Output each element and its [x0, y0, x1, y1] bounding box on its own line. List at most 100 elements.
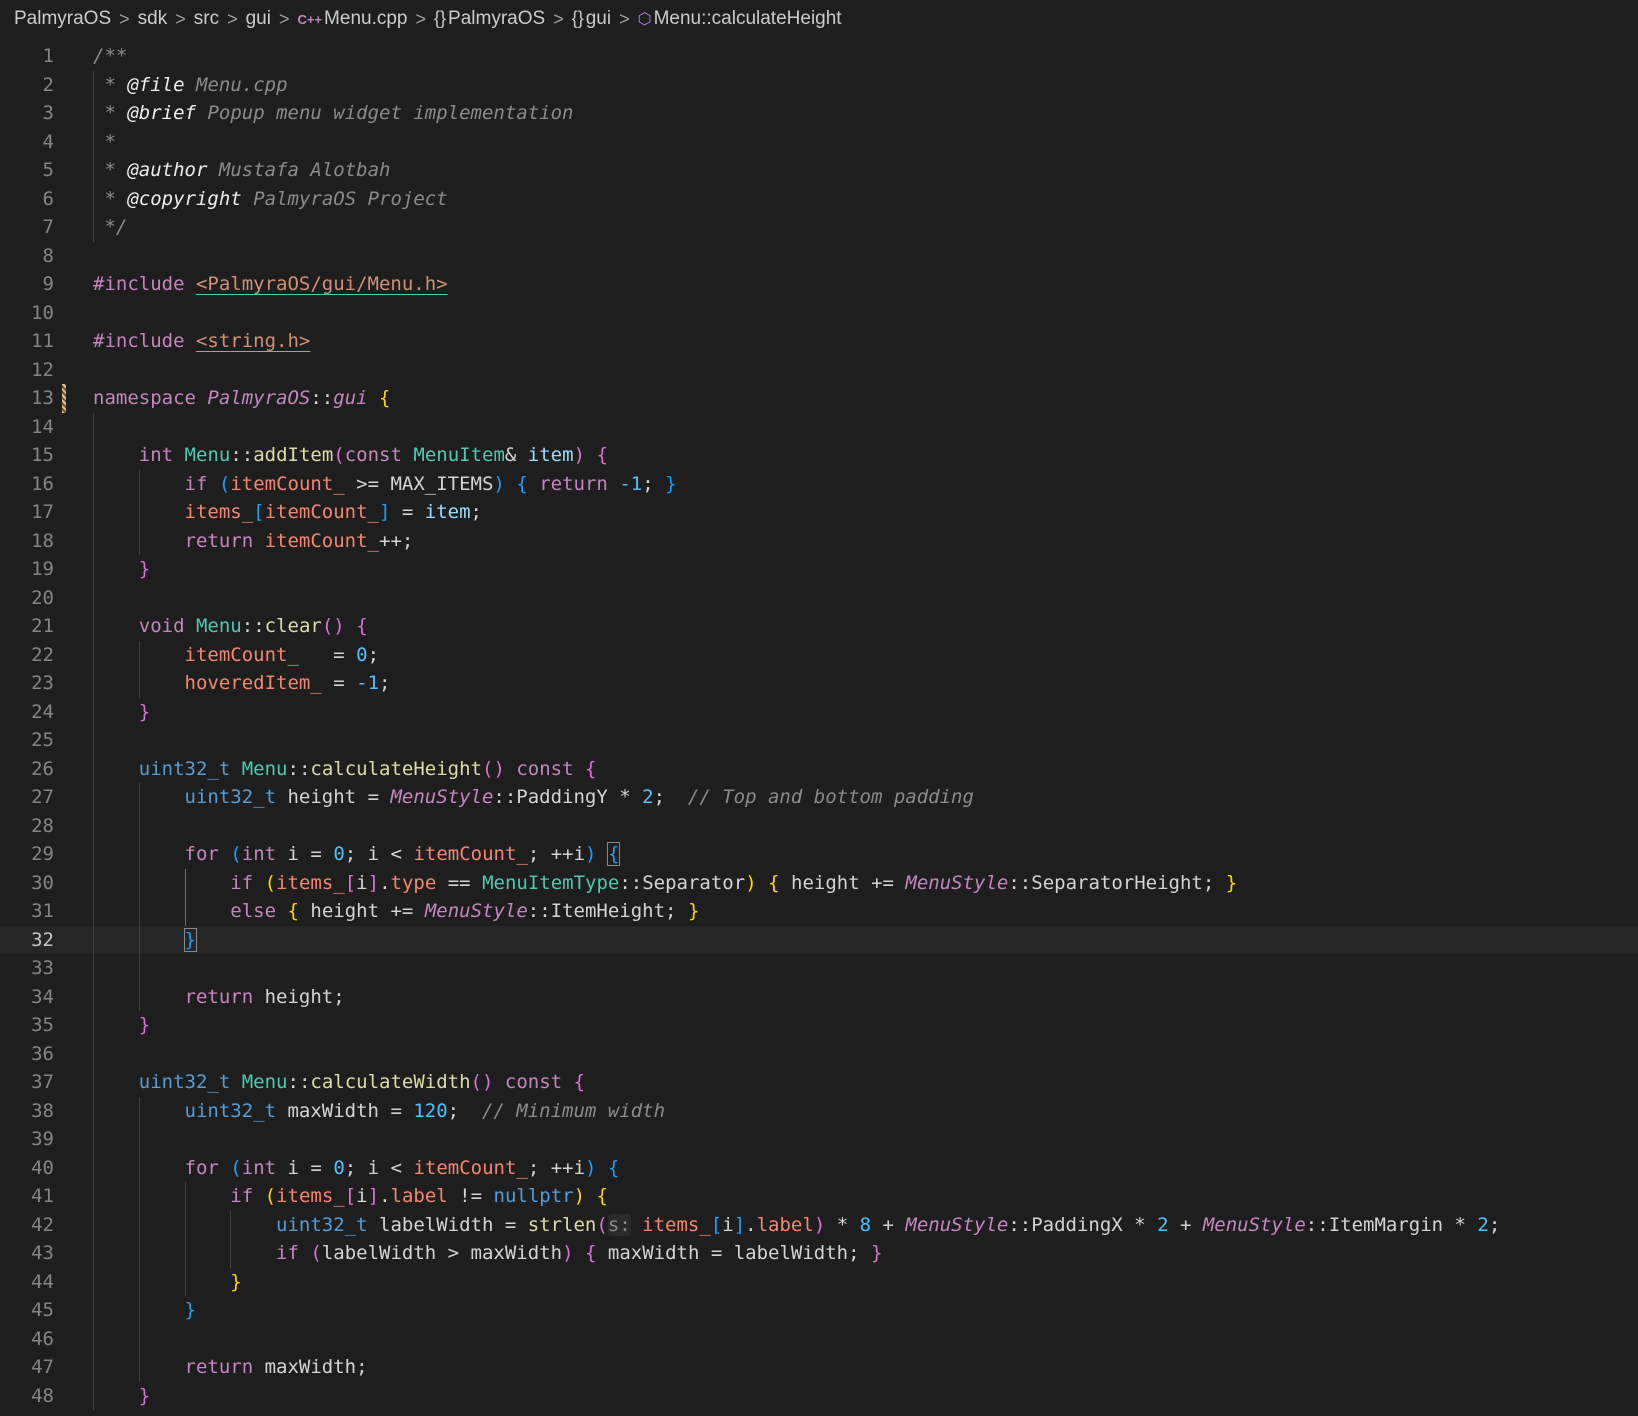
code-line[interactable]: 47 return maxWidth;	[0, 1353, 1638, 1382]
code-line[interactable]: 32 }	[0, 925, 1638, 955]
breadcrumb-item[interactable]: {} PalmyraOS	[434, 8, 545, 30]
code-text[interactable]: if (items_[i].type == MenuItemType::Sepa…	[93, 869, 1237, 898]
code-text[interactable]: * @file Menu.cpp	[93, 71, 287, 100]
code-text[interactable]: void Menu::clear() {	[93, 612, 368, 641]
code-text[interactable]: uint32_t maxWidth = 120; // Minimum widt…	[93, 1097, 666, 1126]
code-line[interactable]: 42 uint32_t labelWidth = strlen(s: items…	[0, 1210, 1638, 1240]
code-line[interactable]: 33	[0, 954, 1638, 983]
code-text[interactable]: int Menu::addItem(const MenuItem& item) …	[93, 441, 608, 470]
code-text[interactable]: }	[93, 1382, 150, 1411]
code-text[interactable]: if (itemCount_ >= MAX_ITEMS) { return -1…	[93, 470, 677, 499]
code-line[interactable]: 8	[0, 242, 1638, 271]
code-text[interactable]: for (int i = 0; i < itemCount_; ++i) {	[93, 840, 621, 869]
code-line[interactable]: 26 uint32_t Menu::calculateHeight() cons…	[0, 754, 1638, 784]
code-editor[interactable]: 1/** 2 * @file Menu.cpp 3 * @brief Popup m…	[0, 42, 1638, 1416]
code-text[interactable]: }	[93, 1296, 196, 1325]
code-text[interactable]: #include <PalmyraOS/gui/Menu.h>	[93, 270, 448, 299]
code-line[interactable]: 31 else { height += MenuStyle::ItemHeigh…	[0, 897, 1638, 926]
code-text[interactable]: uint32_t Menu::calculateHeight() const {	[93, 755, 597, 784]
code-line[interactable]: 19 }	[0, 555, 1638, 584]
code-line[interactable]: 24 }	[0, 697, 1638, 727]
code-text[interactable]: for (int i = 0; i < itemCount_; ++i) {	[93, 1154, 620, 1183]
code-line[interactable]: 45 }	[0, 1296, 1638, 1325]
code-line[interactable]: 13 namespace PalmyraOS::gui {	[0, 384, 1638, 413]
code-text[interactable]: /**	[93, 42, 127, 71]
code-line[interactable]: 21 void Menu::clear() {	[0, 612, 1638, 641]
code-line[interactable]: 23 hoveredItem_ = -1;	[0, 669, 1638, 698]
code-line[interactable]: 27 uint32_t height = MenuStyle::PaddingY…	[0, 783, 1638, 812]
indent-guide	[138, 1324, 140, 1353]
code-text[interactable]: itemCount_ = 0;	[93, 641, 380, 670]
code-line[interactable]: 11 #include <string.h>	[0, 327, 1638, 356]
breadcrumb-item[interactable]: {} gui	[572, 8, 611, 30]
code-line[interactable]: 48 }	[0, 1381, 1638, 1411]
code-text[interactable]: }	[93, 555, 150, 584]
code-text[interactable]: * @brief Popup menu widget implementatio…	[93, 99, 573, 128]
code-line[interactable]: 39	[0, 1125, 1638, 1154]
code-line[interactable]: 38 uint32_t maxWidth = 120; // Minimum w…	[0, 1096, 1638, 1126]
code-text[interactable]: }	[93, 1268, 241, 1297]
code-text[interactable]: namespace PalmyraOS::gui {	[93, 384, 390, 413]
breadcrumb-item[interactable]: PalmyraOS	[14, 8, 111, 30]
code-text[interactable]: uint32_t labelWidth = strlen(s: items_[i…	[93, 1211, 1500, 1240]
code-line[interactable]: 20	[0, 583, 1638, 612]
breadcrumb-item[interactable]: ⬡ Menu::calculateHeight	[638, 8, 842, 30]
code-line[interactable]: 9 #include <PalmyraOS/gui/Menu.h>	[0, 270, 1638, 299]
code-line[interactable]: 10	[0, 299, 1638, 328]
code-line[interactable]: 41 if (items_[i].label != nullptr) {	[0, 1182, 1638, 1211]
modified-line-gutter-marker[interactable]	[62, 384, 66, 413]
breadcrumb-separator-icon: >	[619, 8, 630, 29]
code-line[interactable]: 5 * @author Mustafa Alotbah	[0, 156, 1638, 185]
code-text[interactable]: hoveredItem_ = -1;	[93, 669, 391, 698]
breadcrumb-item[interactable]: sdk	[138, 8, 168, 30]
code-text[interactable]: return height;	[93, 983, 345, 1012]
code-text[interactable]: }	[93, 1011, 150, 1040]
code-line[interactable]: 44 }	[0, 1267, 1638, 1297]
code-line[interactable]: 1 /**	[0, 42, 1638, 71]
code-line[interactable]: 22 itemCount_ = 0;	[0, 640, 1638, 670]
code-line[interactable]: 18 return itemCount_++;	[0, 526, 1638, 556]
code-line[interactable]: 4 *	[0, 127, 1638, 157]
code-text[interactable]: return maxWidth;	[93, 1353, 368, 1382]
code-text[interactable]: #include <string.h>	[93, 327, 310, 356]
code-line[interactable]: 46	[0, 1324, 1638, 1353]
code-line[interactable]: 16 if (itemCount_ >= MAX_ITEMS) { return…	[0, 469, 1638, 499]
breadcrumb-item[interactable]: C++ Menu.cpp	[297, 8, 407, 30]
code-line[interactable]: 28	[0, 811, 1638, 840]
code-text[interactable]: *	[93, 128, 115, 157]
line-number: 8	[42, 244, 54, 267]
code-line[interactable]: 6 * @copyright PalmyraOS Project	[0, 184, 1638, 214]
code-line[interactable]: 36	[0, 1039, 1638, 1068]
code-line[interactable]: 40 for (int i = 0; i < itemCount_; ++i) …	[0, 1153, 1638, 1183]
code-text[interactable]: }	[93, 698, 150, 727]
code-text[interactable]: if (labelWidth > maxWidth) { maxWidth = …	[93, 1239, 882, 1268]
code-text[interactable]: return itemCount_++;	[93, 527, 414, 556]
code-line[interactable]: 15 int Menu::addItem(const MenuItem& ite…	[0, 441, 1638, 470]
line-number: 30	[31, 871, 54, 894]
code-line[interactable]: 30 if (items_[i].type == MenuItemType::S…	[0, 868, 1638, 898]
code-text[interactable]: uint32_t Menu::calculateWidth() const {	[93, 1068, 585, 1097]
code-line[interactable]: 7 */	[0, 213, 1638, 242]
code-line[interactable]: 17 items_[itemCount_] = item;	[0, 498, 1638, 527]
code-line[interactable]: 14	[0, 412, 1638, 441]
code-text[interactable]: * @copyright PalmyraOS Project	[93, 185, 447, 214]
code-text[interactable]: * @author Mustafa Alotbah	[93, 156, 390, 185]
breadcrumb-item[interactable]: src	[194, 8, 219, 30]
code-text[interactable]: }	[93, 926, 198, 955]
breadcrumb-item[interactable]: gui	[246, 8, 271, 30]
code-line[interactable]: 34 return height;	[0, 982, 1638, 1012]
code-line[interactable]: 43 if (labelWidth > maxWidth) { maxWidth…	[0, 1239, 1638, 1268]
code-text[interactable]: if (items_[i].label != nullptr) {	[93, 1182, 608, 1211]
line-number: 18	[31, 529, 54, 552]
code-line[interactable]: 12	[0, 356, 1638, 385]
code-text[interactable]: items_[itemCount_] = item;	[93, 498, 482, 527]
code-text[interactable]: uint32_t height = MenuStyle::PaddingY * …	[93, 783, 974, 812]
code-line[interactable]: 35 }	[0, 1011, 1638, 1040]
code-line[interactable]: 29 for (int i = 0; i < itemCount_; ++i) …	[0, 840, 1638, 869]
code-text[interactable]: else { height += MenuStyle::ItemHeight; …	[93, 897, 699, 926]
code-line[interactable]: 37 uint32_t Menu::calculateWidth() const…	[0, 1068, 1638, 1097]
code-line[interactable]: 3 * @brief Popup menu widget implementat…	[0, 99, 1638, 128]
code-line[interactable]: 25	[0, 726, 1638, 755]
code-line[interactable]: 2 * @file Menu.cpp	[0, 70, 1638, 100]
code-text[interactable]: */	[93, 213, 127, 242]
